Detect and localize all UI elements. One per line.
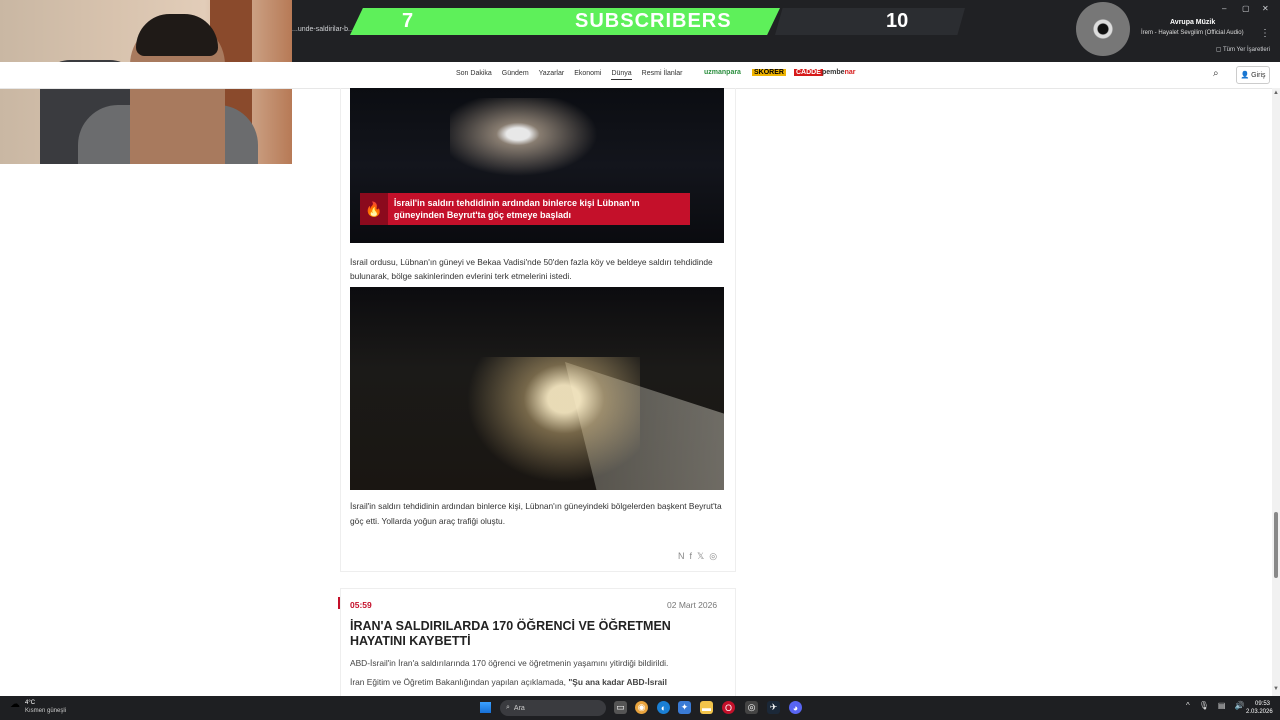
- news-headline[interactable]: İRAN'A SALDIRILARDA 170 ÖĞRENCİ VE ÖĞRET…: [350, 619, 730, 649]
- nav-gundem[interactable]: Gündem: [502, 70, 529, 80]
- article-paragraph-2: İsrail'in saldırı tehdidinin ardından bi…: [350, 501, 722, 526]
- taskbar-search-input[interactable]: ⌕ Ara: [500, 700, 606, 716]
- partner-skorer[interactable]: SKORER: [752, 69, 786, 76]
- subscriber-goal-box: [775, 8, 965, 35]
- news-time: 05:59: [350, 600, 372, 610]
- network-icon[interactable]: ▤: [1218, 701, 1226, 710]
- search-icon[interactable]: ⌕: [1213, 68, 1219, 79]
- nav-son-dakika[interactable]: Son Dakika: [456, 70, 492, 80]
- user-icon: 👤: [1240, 72, 1250, 79]
- nav-ekonomi[interactable]: Ekonomi: [574, 70, 601, 80]
- webcam-hair: [136, 14, 218, 56]
- system-tray: ^ 🎙 ▤ 🔊: [1186, 701, 1244, 710]
- nav-yazarlar[interactable]: Yazarlar: [539, 70, 565, 80]
- file-explorer-icon[interactable]: ▬: [700, 701, 713, 714]
- maximize-button[interactable]: ▢: [1242, 4, 1250, 13]
- mic-icon[interactable]: 🎙: [1199, 701, 1209, 710]
- partner-cadde[interactable]: CADDE: [794, 69, 823, 76]
- news-paragraph-2-normal: İran Eğitim ve Öğretim Bakanlığından yap…: [350, 677, 569, 687]
- tab-url-fragment[interactable]: ...unde-saldirilar-b...: [292, 26, 354, 33]
- partner-uzmanpara[interactable]: uzmanpara: [704, 69, 741, 76]
- partner-pembenar[interactable]: pembenar: [822, 69, 855, 76]
- weather-desc[interactable]: Kısmen güneşli: [25, 708, 66, 714]
- tray-chevron-icon[interactable]: ^: [1186, 701, 1190, 710]
- browser-menu-icon[interactable]: ⋮: [1260, 28, 1270, 39]
- windows-start-icon[interactable]: [480, 702, 491, 713]
- clock-time: 09:53: [1254, 701, 1270, 707]
- subscriber-count: 7: [402, 10, 414, 32]
- partner-pembenar-a: pembe: [822, 69, 845, 76]
- news-paragraph-2: İran Eğitim ve Öğretim Bakanlığından yap…: [350, 677, 730, 687]
- music-track: İrem - Hayalet Sevgilim (Official Audio): [1141, 30, 1244, 36]
- subscriber-label: SUBSCRIBERS: [575, 10, 732, 32]
- article-image-2[interactable]: [350, 287, 724, 490]
- login-button[interactable]: 👤 Giriş: [1236, 66, 1270, 84]
- scroll-thumb[interactable]: [1274, 512, 1278, 578]
- scroll-down-icon[interactable]: ▼: [1272, 686, 1280, 692]
- subscriber-goal: 10: [886, 10, 909, 32]
- chrome-icon[interactable]: ◉: [635, 701, 648, 714]
- nav-links: Son Dakika Gündem Yazarlar Ekonomi Dünya…: [456, 70, 683, 80]
- login-label: Giriş: [1251, 71, 1266, 79]
- task-view-icon[interactable]: ▭: [614, 701, 627, 714]
- traffic-lights-glow: [450, 98, 620, 188]
- weather-icon[interactable]: ☁: [10, 699, 20, 710]
- news-paragraph-1: ABD-İsrail'in İran'a saldırılarında 170 …: [350, 658, 669, 668]
- music-channel: Avrupa Müzik: [1170, 19, 1216, 26]
- edge-icon[interactable]: ◐: [657, 701, 670, 714]
- volume-icon[interactable]: 🔊: [1234, 701, 1244, 710]
- time-marker: [338, 597, 340, 609]
- weather-temp[interactable]: 4°C: [25, 700, 35, 706]
- image-caption-text: İsrail'in saldırı tehdidinin ardından bi…: [393, 198, 640, 220]
- nav-dunya[interactable]: Dünya: [611, 70, 632, 80]
- flame-logo-icon: 🔥: [360, 193, 388, 225]
- obs-icon[interactable]: ◎: [745, 701, 758, 714]
- scroll-up-icon[interactable]: ▲: [1272, 90, 1280, 96]
- facebook-share-icon[interactable]: f: [690, 551, 693, 562]
- news-share-icon[interactable]: N: [678, 551, 685, 562]
- page-scrollbar[interactable]: [1272, 88, 1280, 696]
- taskbar-clock[interactable]: 09:53 2.03.2026: [1246, 700, 1273, 716]
- search-icon-taskbar: ⌕: [506, 704, 510, 711]
- steam-icon[interactable]: ✈: [767, 701, 780, 714]
- nav-resmi-ilanlar[interactable]: Resmi İlanlar: [642, 70, 683, 80]
- close-button[interactable]: ✕: [1262, 4, 1269, 13]
- search-placeholder: Ara: [513, 704, 525, 712]
- image-caption-box: 🔥 İsrail'in saldırı tehdidinin ardından …: [360, 193, 690, 225]
- article-image-1[interactable]: 🔥 İsrail'in saldırı tehdidinin ardından …: [350, 88, 724, 243]
- clock-date: 2.03.2026: [1246, 709, 1273, 715]
- discord-icon[interactable]: ◕: [789, 701, 802, 714]
- share-icons: N f 𝕏 ◎: [678, 551, 717, 562]
- article-paragraph-1: İsrail ordusu, Lübnan'ın güneyi ve Bekaa…: [350, 257, 713, 281]
- x-share-icon[interactable]: 𝕏: [697, 551, 704, 562]
- whatsapp-share-icon[interactable]: ◎: [709, 551, 717, 562]
- copilot-icon[interactable]: ✦: [678, 701, 691, 714]
- minimize-button[interactable]: –: [1222, 4, 1226, 13]
- news-paragraph-2-bold: "Şu ana kadar ABD-İsrail: [568, 677, 667, 687]
- opera-icon[interactable]: O: [722, 701, 735, 714]
- road-lights: [450, 357, 640, 490]
- music-disc-icon: [1076, 2, 1130, 56]
- partner-pembenar-b: nar: [844, 69, 856, 76]
- news-date: 02 Mart 2026: [667, 600, 718, 610]
- all-bookmarks-link[interactable]: Tüm Yer İşaretleri: [1216, 46, 1270, 53]
